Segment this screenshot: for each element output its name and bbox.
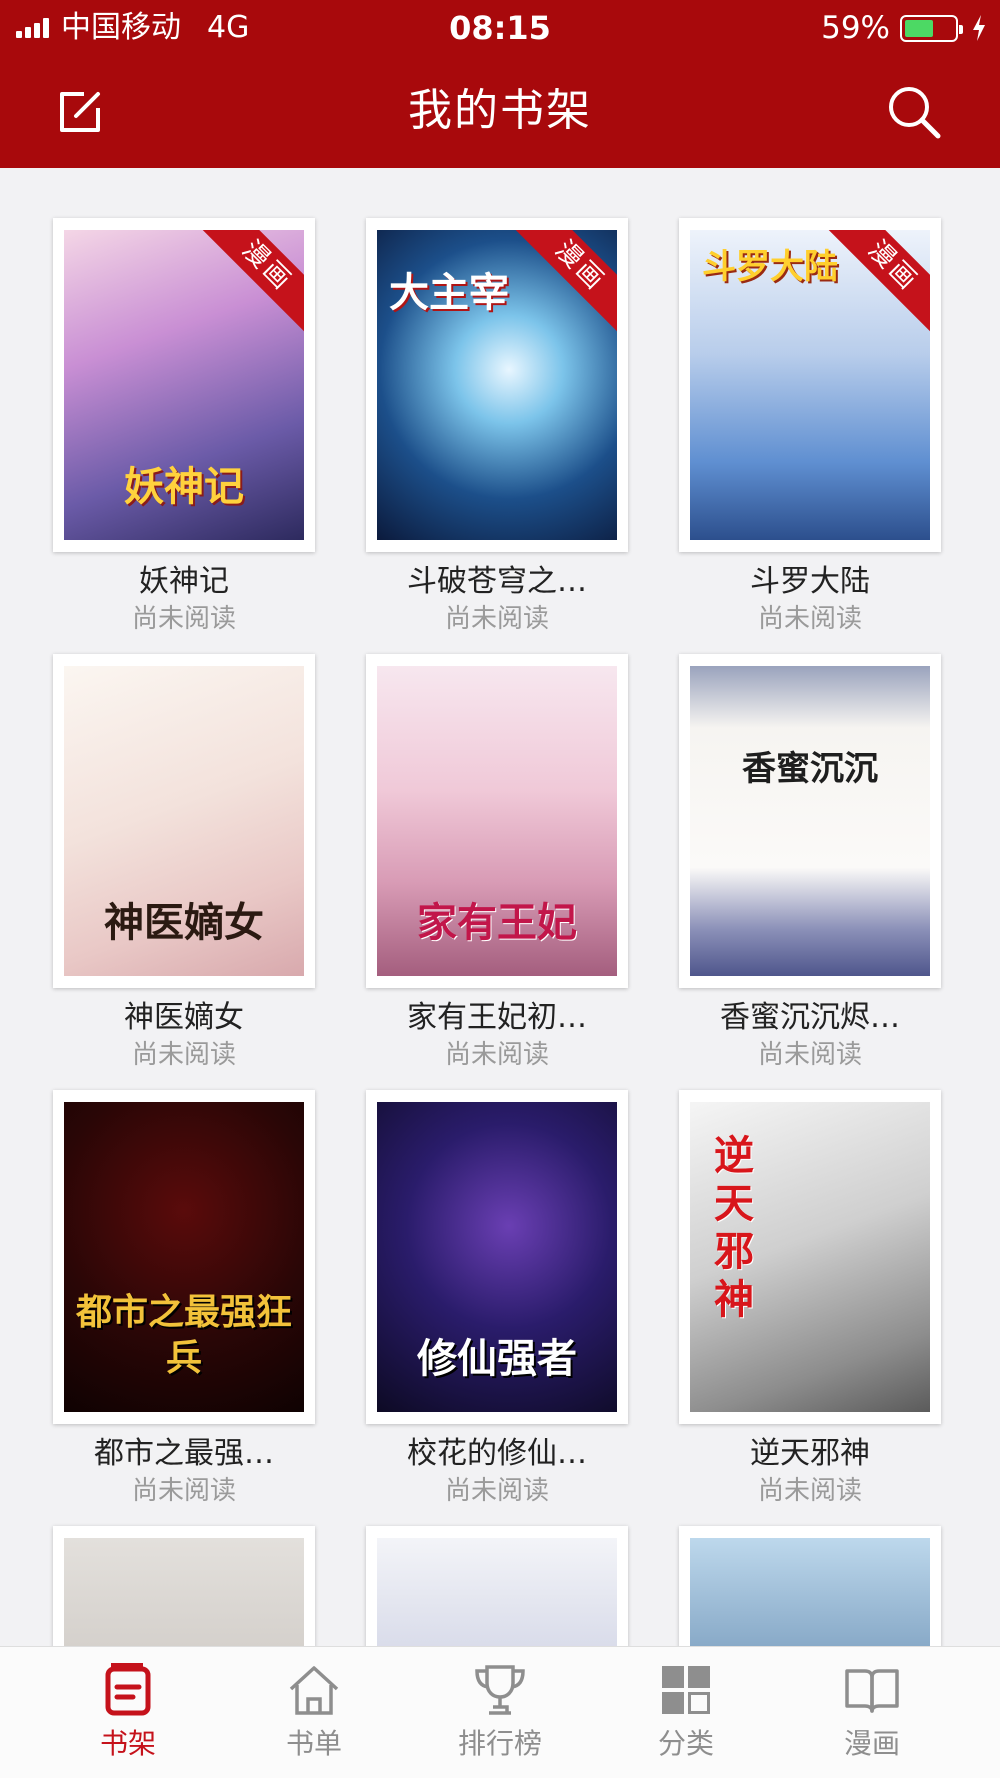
book-item[interactable]: 逆天邪神 逆天邪神 尚未阅读 xyxy=(679,1090,941,1508)
book-title[interactable]: 都市之最强… xyxy=(53,1434,315,1474)
status-bar: 中国移动 4G 08:15 59% xyxy=(0,0,1000,56)
tab-booklist[interactable]: 书单 xyxy=(254,1661,374,1773)
cover-title-text: 逆天邪神 xyxy=(714,1133,754,1323)
title-bar: 我的书架 xyxy=(0,56,1000,168)
book-cover[interactable] xyxy=(679,1526,941,1646)
book-item[interactable] xyxy=(366,1526,628,1646)
cover-image: 都市之最强狂兵 xyxy=(64,1102,304,1412)
book-item[interactable] xyxy=(53,1526,315,1646)
read-status: 尚未阅读 xyxy=(757,1040,862,1070)
book-title[interactable]: 香蜜沉沉烬… xyxy=(679,998,941,1038)
page-title: 我的书架 xyxy=(408,85,592,136)
tab-label: 分类 xyxy=(657,1727,714,1760)
open-book-icon xyxy=(845,1669,899,1713)
bookshelf-icon xyxy=(105,1663,151,1716)
cover-title-text: 家有王妃 xyxy=(417,900,577,946)
book-title[interactable]: 妖神记 xyxy=(53,562,315,602)
status-right: 59% xyxy=(821,10,986,46)
cover-image: 家有王妃 xyxy=(377,666,617,976)
book-item[interactable]: 家有王妃 家有王妃初… 尚未阅读 xyxy=(366,654,628,1072)
cover-image: 妖神记 漫画 xyxy=(64,230,304,540)
book-title[interactable]: 校花的修仙… xyxy=(366,1434,628,1474)
read-status: 尚未阅读 xyxy=(131,604,236,634)
cover-image: 香蜜沉沉 xyxy=(690,666,930,976)
tab-comics[interactable]: 漫画 xyxy=(812,1661,932,1773)
book-item[interactable]: 神医嫡女 神医嫡女 尚未阅读 xyxy=(53,654,315,1072)
book-title[interactable]: 逆天邪神 xyxy=(679,1434,941,1474)
book-item[interactable]: 修仙强者 校花的修仙… 尚未阅读 xyxy=(366,1090,628,1508)
tab-label: 书单 xyxy=(285,1727,342,1760)
battery-percent: 59% xyxy=(821,10,890,46)
read-status: 尚未阅读 xyxy=(444,604,549,634)
book-cover[interactable]: 家有王妃 xyxy=(366,654,628,988)
read-status: 尚未阅读 xyxy=(131,1476,236,1506)
tab-label: 书架 xyxy=(99,1727,156,1760)
cover-title-text: 都市之最强狂兵 xyxy=(76,1292,293,1379)
cover-image xyxy=(377,1538,617,1646)
book-cover[interactable] xyxy=(53,1526,315,1646)
cover-image: 修仙强者 xyxy=(377,1102,617,1412)
battery-fill xyxy=(905,19,934,37)
book-title[interactable]: 家有王妃初… xyxy=(366,998,628,1038)
book-cover[interactable]: 逆天邪神 xyxy=(679,1090,941,1424)
book-cover[interactable]: 修仙强者 xyxy=(366,1090,628,1424)
tab-bookshelf[interactable]: 书架 xyxy=(68,1661,188,1773)
book-cover[interactable]: 都市之最强狂兵 xyxy=(53,1090,315,1424)
book-item[interactable]: 斗罗大陆 漫画 斗罗大陆 尚未阅读 xyxy=(679,218,941,636)
read-status: 尚未阅读 xyxy=(757,1476,862,1506)
cover-image: 斗罗大陆 漫画 xyxy=(690,230,930,540)
comic-badge: 漫画 xyxy=(199,230,304,334)
read-status: 尚未阅读 xyxy=(757,604,862,634)
charging-icon xyxy=(973,15,985,41)
book-cover[interactable]: 妖神记 漫画 xyxy=(53,218,315,552)
book-cover[interactable]: 斗罗大陆 漫画 xyxy=(679,218,941,552)
book-item[interactable]: 大主宰 漫画 斗破苍穹之… 尚未阅读 xyxy=(366,218,628,636)
book-cover[interactable]: 大主宰 漫画 xyxy=(366,218,628,552)
cover-title-text: 修仙强者 xyxy=(417,1336,577,1382)
book-cover[interactable]: 神医嫡女 xyxy=(53,654,315,988)
bottom-tab-bar: 书架 书单 排行榜 分类 漫画 xyxy=(0,1646,1000,1778)
battery-icon xyxy=(900,14,963,42)
read-status: 尚未阅读 xyxy=(444,1476,549,1506)
cover-title-text: 神医嫡女 xyxy=(104,899,264,946)
read-status: 尚未阅读 xyxy=(444,1040,549,1070)
tab-label: 排行榜 xyxy=(457,1727,542,1760)
book-item[interactable]: 妖神记 漫画 妖神记 尚未阅读 xyxy=(53,218,315,636)
cover-image: 大主宰 漫画 xyxy=(377,230,617,540)
cover-image: 逆天邪神 xyxy=(690,1102,930,1412)
cover-image xyxy=(690,1538,930,1646)
read-status: 尚未阅读 xyxy=(131,1040,236,1070)
search-icon[interactable] xyxy=(882,80,946,144)
cover-title-text: 香蜜沉沉 xyxy=(742,749,878,789)
book-item[interactable]: 香蜜沉沉 香蜜沉沉烬… 尚未阅读 xyxy=(679,654,941,1072)
book-cover[interactable]: 香蜜沉沉 xyxy=(679,654,941,988)
book-title[interactable]: 斗罗大陆 xyxy=(679,562,941,602)
book-title[interactable]: 神医嫡女 xyxy=(53,998,315,1038)
cover-image xyxy=(64,1538,304,1646)
house-icon xyxy=(289,1666,339,1715)
book-item[interactable]: 都市之最强狂兵 都市之最强… 尚未阅读 xyxy=(53,1090,315,1508)
cover-image: 神医嫡女 xyxy=(64,666,304,976)
grid-icon xyxy=(662,1666,710,1714)
bookshelf-grid: 妖神记 漫画 妖神记 尚未阅读 大主宰 漫画 斗破苍穹之… 尚未阅读 斗罗大陆 … xyxy=(0,168,1000,1646)
book-cover[interactable] xyxy=(366,1526,628,1646)
trophy-icon xyxy=(475,1665,525,1715)
tab-category[interactable]: 分类 xyxy=(626,1661,746,1773)
tab-ranking[interactable]: 排行榜 xyxy=(440,1661,560,1773)
cover-title-text: 妖神记 xyxy=(124,464,244,510)
book-title[interactable]: 斗破苍穹之… xyxy=(366,562,628,602)
app-header: 中国移动 4G 08:15 59% 我的书架 xyxy=(0,0,1000,168)
tab-label: 漫画 xyxy=(843,1727,900,1760)
book-item[interactable] xyxy=(679,1526,941,1646)
